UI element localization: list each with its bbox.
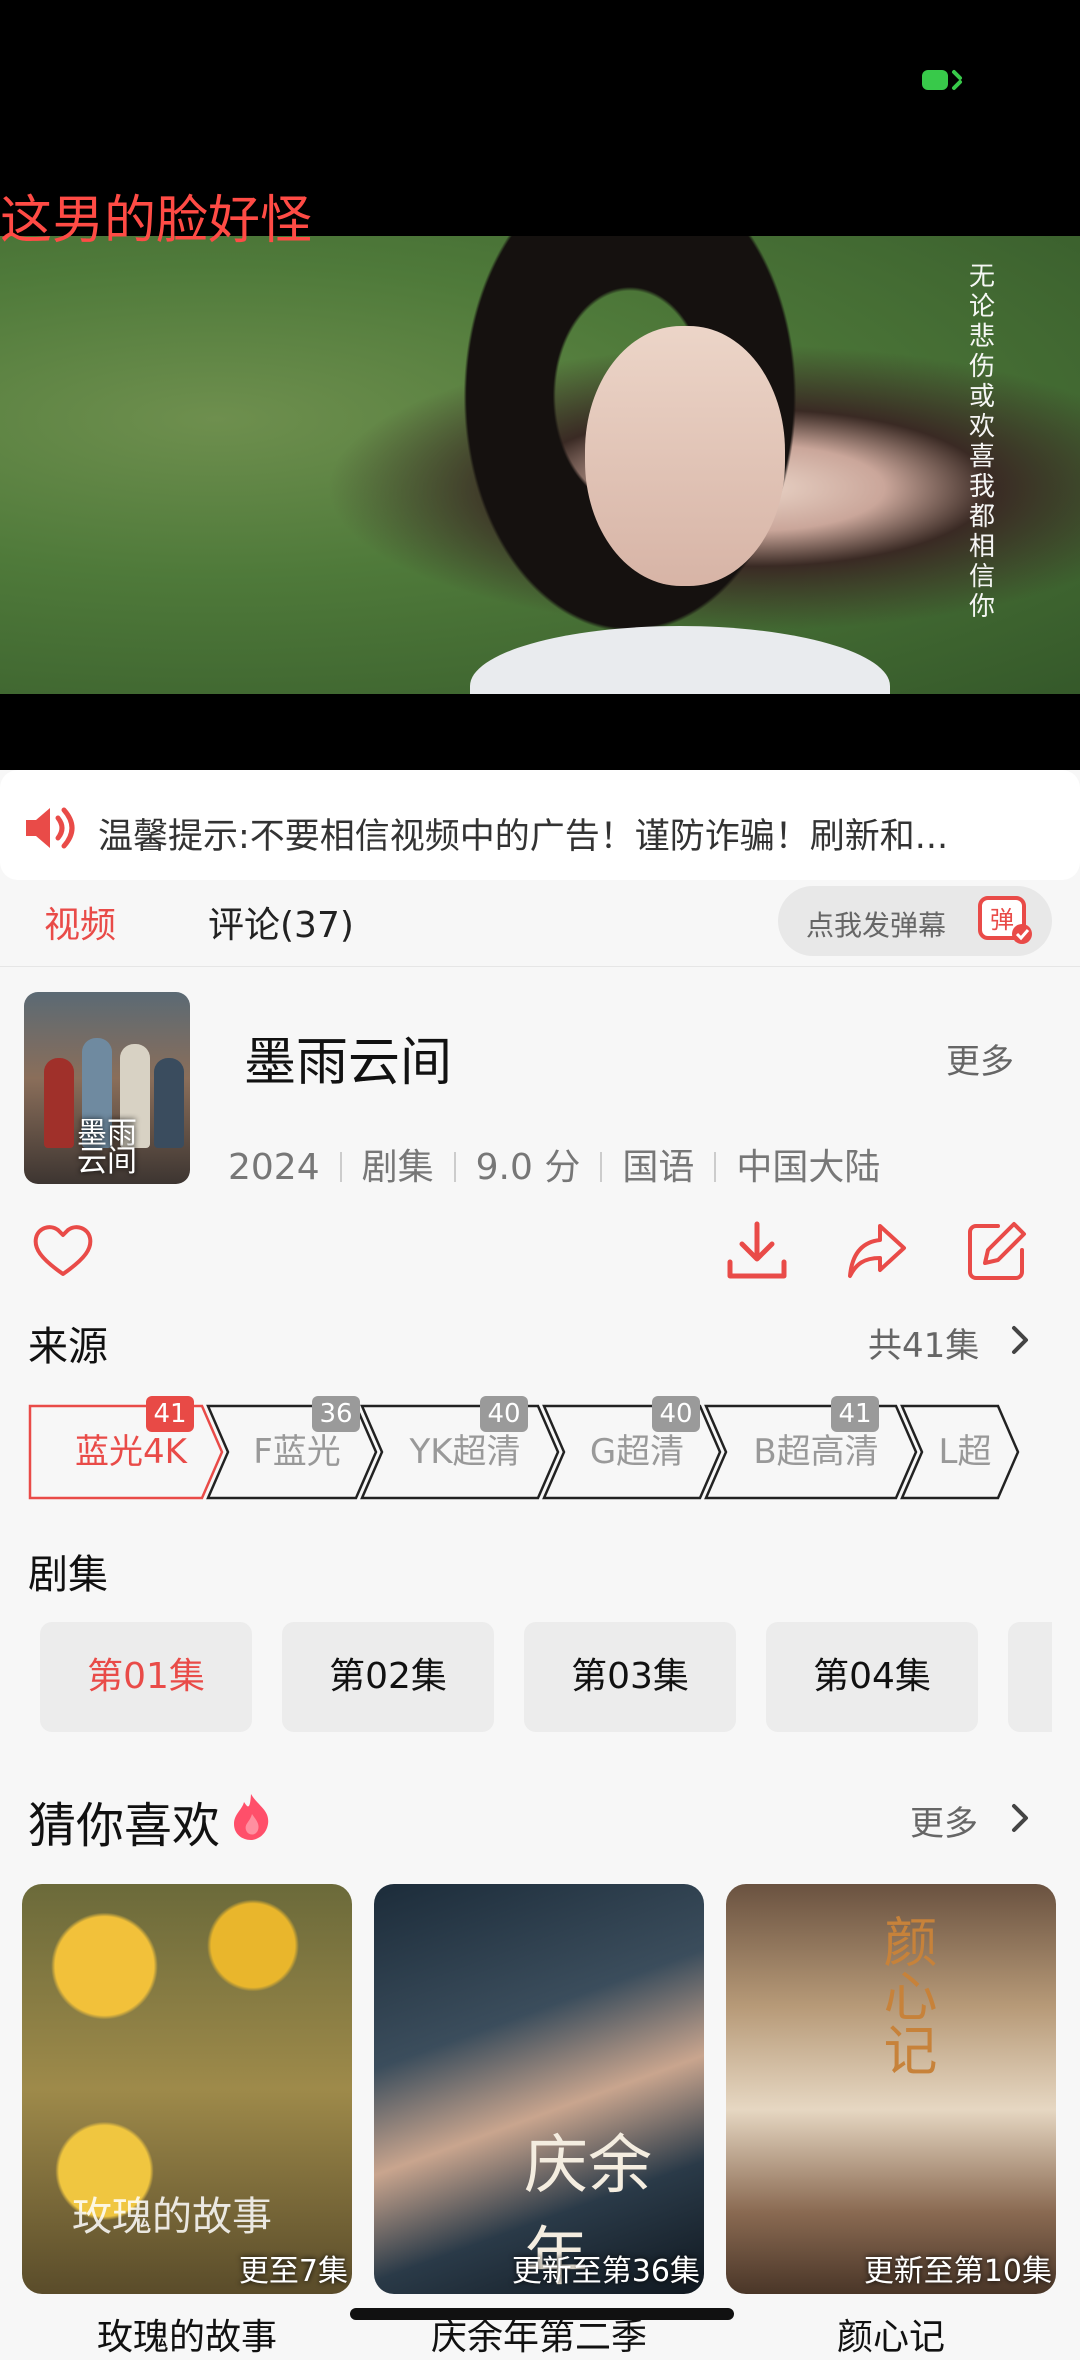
card-update-overlay: 更新至第36集	[511, 2254, 700, 2289]
episode-button[interactable]: 第01集	[40, 1622, 252, 1732]
danmaku-icon: 弹	[978, 896, 1032, 944]
recommend-more-link[interactable]: 更多	[910, 1796, 978, 1845]
card-art-title: 颜心记	[874, 1914, 937, 2076]
episode-button[interactable]: 第04集	[766, 1622, 978, 1732]
fire-icon	[234, 1794, 269, 1840]
chevron-right-icon[interactable]	[1004, 1798, 1036, 1838]
tab-comments[interactable]: 评论(37)	[208, 896, 354, 948]
episode-count-badge: 41	[831, 1396, 879, 1432]
source-chip-label: B超高清	[753, 1432, 879, 1472]
movie-meta: 2024 剧集 9.0 分国语 中国大陆	[228, 1138, 880, 1190]
card-title[interactable]: 玫瑰的故事	[22, 2308, 352, 2360]
card-title[interactable]: 颜心记	[726, 2308, 1056, 2360]
notice-text: 温馨提示:不要相信视频中的广告！谨防诈骗！刷新和...	[98, 817, 949, 857]
danmaku-icon-text: 弹	[990, 906, 1014, 934]
source-chip-label: L超	[938, 1432, 992, 1472]
movie-more-link[interactable]: 更多	[946, 1034, 1014, 1083]
episode-button[interactable]: 第02集	[282, 1622, 494, 1732]
sources-label: 来源	[28, 1324, 108, 1370]
meta-type: 剧集	[361, 1147, 434, 1188]
meta-language: 国语	[622, 1147, 695, 1188]
source-chip[interactable]: L超	[900, 1404, 1020, 1500]
episode-list: 第01集第02集第03集第04集第	[40, 1622, 1052, 1734]
movie-poster[interactable]: 墨雨 云间	[24, 992, 190, 1184]
episode-count-badge: 40	[652, 1396, 700, 1432]
source-chip[interactable]: F蓝光 36	[206, 1396, 378, 1500]
episode-button[interactable]: 第03集	[524, 1622, 736, 1732]
source-list: 蓝光4K 41 F蓝光 36 YK超清 40 G超清 40 B超高清 41 L超	[28, 1396, 1052, 1506]
recommend-card[interactable]: 玫瑰的故事 更至7集	[22, 1884, 352, 2294]
recommend-label: 猜你喜欢	[28, 1798, 221, 1854]
tab-video[interactable]: 视频	[44, 896, 116, 948]
chevron-right-icon[interactable]	[1004, 1320, 1036, 1360]
card-update-overlay: 更至7集	[238, 2254, 348, 2289]
movie-title: 墨雨云间	[244, 1033, 453, 1093]
episode-button[interactable]: 第	[1008, 1622, 1052, 1732]
download-icon[interactable]	[724, 1218, 790, 1284]
edit-icon[interactable]	[964, 1218, 1030, 1284]
heart-icon[interactable]	[30, 1218, 96, 1284]
card-update-overlay: 更新至第10集	[863, 2254, 1052, 2289]
source-chip[interactable]: 蓝光4K 41	[28, 1396, 224, 1500]
episodes-label: 剧集	[28, 1552, 108, 1598]
video-frame[interactable]	[0, 236, 1080, 694]
battery-icon	[922, 70, 962, 90]
meta-score: 9.0 分	[475, 1147, 581, 1188]
source-chip[interactable]: B超高清 41	[704, 1396, 918, 1500]
card-art-title: 玫瑰的故事	[72, 2194, 272, 2240]
episode-count-badge: 41	[146, 1396, 194, 1432]
source-chip-label: YK超清	[409, 1432, 521, 1472]
send-danmaku-label: 点我发弹幕	[806, 909, 947, 942]
share-icon[interactable]	[844, 1218, 910, 1284]
speaker-icon	[26, 807, 75, 849]
danmaku-comment: 这男的脸好怪	[0, 191, 313, 251]
episode-count-link[interactable]: 共41集	[868, 1318, 979, 1367]
source-chip[interactable]: G超清 40	[542, 1396, 722, 1500]
meta-region: 中国大陆	[736, 1147, 881, 1188]
video-caption: 无论悲伤或欢喜我都相信你	[968, 262, 995, 622]
episode-count-badge: 36	[312, 1396, 360, 1432]
source-chip-label: 蓝光4K	[75, 1432, 187, 1472]
poster-title: 墨雨 云间	[77, 1116, 137, 1179]
home-indicator[interactable]	[350, 2308, 734, 2320]
episode-count-badge: 40	[480, 1396, 528, 1432]
recommend-card[interactable]: 颜心记 更新至第10集	[726, 1884, 1056, 2294]
meta-year: 2024	[228, 1147, 320, 1188]
recommend-card[interactable]: 庆余年 更新至第36集	[374, 1884, 704, 2294]
source-chip[interactable]: YK超清 40	[360, 1396, 560, 1500]
